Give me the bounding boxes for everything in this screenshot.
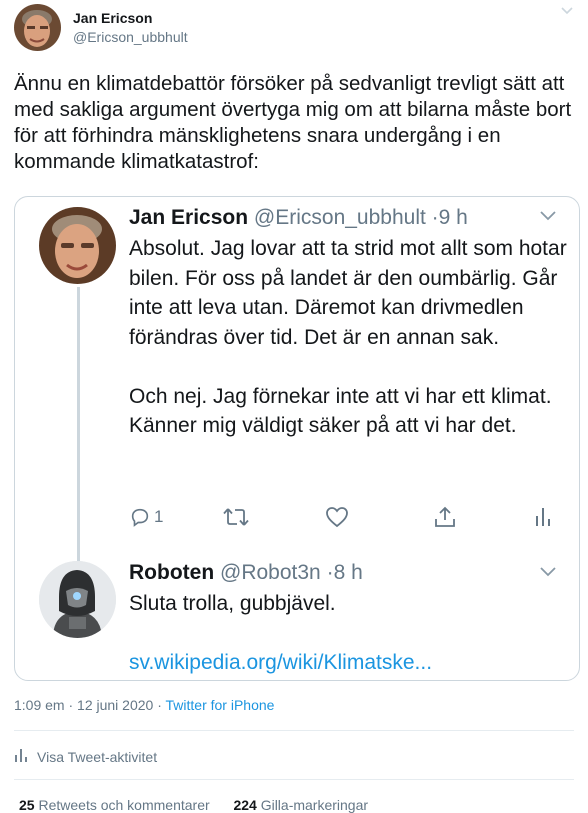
analytics-icon xyxy=(14,747,37,766)
tweet-activity-link[interactable]: Visa Tweet-aktivitet xyxy=(14,747,157,766)
chevron-down-icon[interactable] xyxy=(539,565,557,583)
author-handle[interactable]: @Ericson_ubbhult xyxy=(73,29,188,45)
quoted-thread-card[interactable]: Jan Ericson @Ericson_ubbhult ·9 h Absolu… xyxy=(14,196,580,681)
heart-icon xyxy=(325,506,349,528)
quoted-separator: · xyxy=(431,206,439,229)
activity-label: Visa Tweet-aktivitet xyxy=(37,748,158,765)
reply-link[interactable]: sv.wikipedia.org/wiki/Klimatske... xyxy=(129,650,432,676)
tweet-stats: 25 Retweets och kommentarer 224 Gilla-ma… xyxy=(19,797,368,813)
reply-icon xyxy=(129,506,151,528)
retweet-button[interactable] xyxy=(223,502,249,532)
chevron-down-icon[interactable] xyxy=(560,4,574,18)
divider xyxy=(14,779,574,780)
likes-stat[interactable]: 224 Gilla-markeringar xyxy=(233,797,368,813)
reply-time[interactable]: 8 h xyxy=(334,561,363,584)
reply-author-line: Roboten @Robot3n ·8 h xyxy=(129,560,363,586)
reply-author-name[interactable]: Roboten xyxy=(129,561,214,584)
timestamp-text[interactable]: 1:09 em · 12 juni 2020 · xyxy=(14,697,166,713)
author-name[interactable]: Jan Ericson xyxy=(73,10,152,26)
retweet-icon xyxy=(223,506,249,528)
author-avatar[interactable] xyxy=(14,4,61,51)
tweet-actions: 1 xyxy=(129,502,559,532)
reply-text: Sluta trolla, gubbjävel. xyxy=(129,592,336,615)
share-icon xyxy=(433,506,457,528)
chevron-down-icon[interactable] xyxy=(539,209,557,227)
reply-button[interactable]: 1 xyxy=(129,502,163,532)
likes-count: 224 xyxy=(233,797,257,813)
retweets-count: 25 xyxy=(19,797,35,813)
like-button[interactable] xyxy=(325,502,349,532)
likes-label: Gilla-markeringar xyxy=(260,797,369,813)
quoted-author-line: Jan Ericson @Ericson_ubbhult ·9 h xyxy=(129,205,468,231)
thread-connector xyxy=(77,287,80,564)
reply-author-avatar[interactable] xyxy=(39,561,116,638)
reply-separator: · xyxy=(326,561,334,584)
quoted-author-name[interactable]: Jan Ericson xyxy=(129,206,248,229)
quoted-author-avatar[interactable] xyxy=(39,207,116,284)
quoted-time[interactable]: 9 h xyxy=(439,206,468,229)
tweet-timestamp: 1:09 em · 12 juni 2020 · Twitter for iPh… xyxy=(14,697,274,713)
tweet-header: Jan Ericson @Ericson_ubbhult xyxy=(14,4,574,52)
retweets-label: Retweets och kommentarer xyxy=(38,797,210,813)
share-button[interactable] xyxy=(433,502,457,532)
tweet-text: Ännu en klimatdebattör försöker på sedva… xyxy=(14,72,577,173)
quoted-tweet-text: Absolut. Jag lovar att ta strid mot allt… xyxy=(129,237,567,437)
reply-author-handle[interactable]: @Robot3n xyxy=(220,561,321,584)
quoted-author-handle[interactable]: @Ericson_ubbhult xyxy=(254,206,426,229)
retweets-stat[interactable]: 25 Retweets och kommentarer xyxy=(19,797,210,813)
analytics-button[interactable] xyxy=(534,502,552,532)
reply-count: 1 xyxy=(154,507,164,526)
analytics-icon xyxy=(534,506,552,528)
tweet-source[interactable]: Twitter for iPhone xyxy=(166,697,275,713)
divider xyxy=(14,730,574,731)
